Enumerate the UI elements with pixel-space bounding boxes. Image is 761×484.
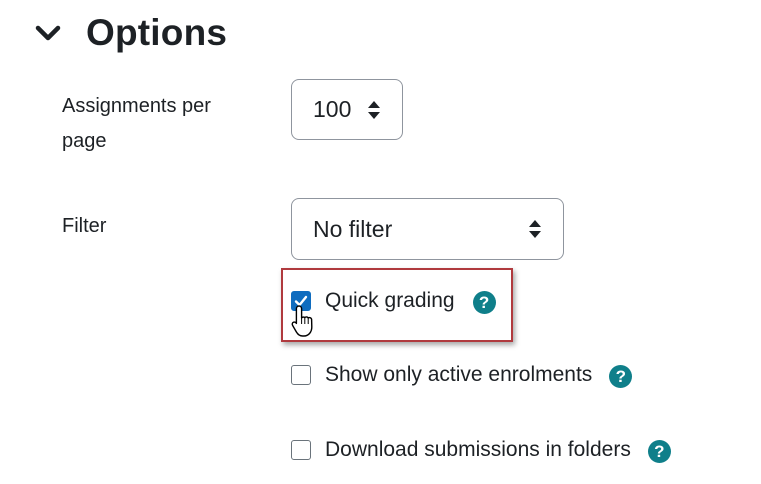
options-section-header[interactable]: Options	[34, 12, 227, 54]
active-enrolments-row: Show only active enrolments ?	[291, 361, 633, 388]
assignments-per-page-select[interactable]: 100	[291, 79, 403, 140]
select-caret-icon	[368, 100, 380, 119]
select-caret-icon	[529, 220, 541, 238]
download-folders-row: Download submissions in folders ?	[291, 436, 671, 463]
section-title: Options	[86, 12, 228, 53]
help-icon[interactable]: ?	[609, 365, 633, 388]
quick-grading-row: Quick grading ?	[291, 287, 496, 314]
download-folders-checkbox[interactable]	[291, 439, 311, 460]
filter-label: Filter	[62, 215, 107, 237]
filter-select[interactable]: No filter	[291, 198, 564, 260]
checkmark-icon	[294, 295, 308, 306]
active-enrolments-label[interactable]: Show only active enrolments	[325, 363, 592, 387]
grading-options-panel: Options Assignments per page 100 Filter …	[0, 0, 761, 484]
help-icon[interactable]: ?	[472, 291, 496, 314]
download-folders-label[interactable]: Download submissions in folders	[325, 438, 631, 462]
assignments-per-page-label: Assignments per page	[62, 95, 211, 152]
quick-grading-label[interactable]: Quick grading	[325, 289, 455, 313]
chevron-down-icon[interactable]	[34, 19, 62, 47]
help-icon[interactable]: ?	[647, 440, 671, 463]
quick-grading-checkbox[interactable]	[291, 290, 311, 311]
filter-value: No filter	[313, 215, 393, 242]
active-enrolments-checkbox[interactable]	[291, 364, 311, 385]
assignments-per-page-value: 100	[313, 96, 352, 122]
